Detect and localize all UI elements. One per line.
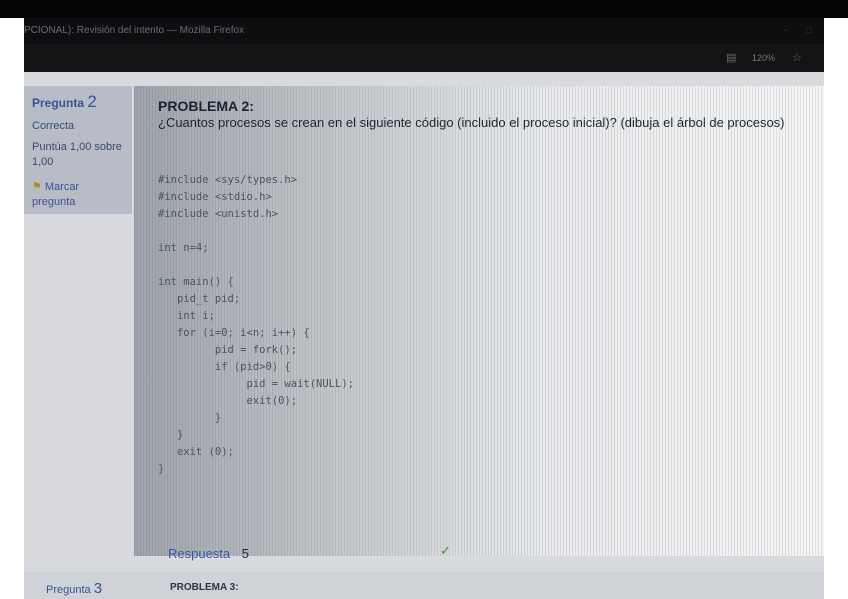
browser-window: PCIONAL): Revisión del intento — Mozilla… xyxy=(24,18,824,599)
answer-row: Respuesta 5 xyxy=(168,546,249,561)
reader-icon[interactable]: ▤ xyxy=(726,51,736,64)
page-content: Pregunta 2 Correcta Puntúa 1,00 sobre 1,… xyxy=(24,72,824,599)
question-number: Pregunta 2 xyxy=(32,92,97,111)
answer-label: Respuesta xyxy=(168,546,231,561)
problem-text: ¿Cuantos procesos se crean en el siguien… xyxy=(158,115,785,130)
next-question-number: Pregunta 3 xyxy=(46,580,103,597)
code-block: #include <sys/types.h> #include <stdio.h… xyxy=(158,174,354,475)
flag-icon: ⚑ xyxy=(32,181,42,193)
maximize-button[interactable]: □ xyxy=(806,25,820,36)
question-state: Correcta xyxy=(32,120,75,132)
question-panel: PROBLEMA 2: ¿Cuantos procesos se crean e… xyxy=(134,86,824,561)
next-question-strip: Pregunta 3 PROBLEMA 3: xyxy=(24,572,824,599)
check-icon: ✓ xyxy=(440,543,451,558)
screen-top-bezel xyxy=(0,0,848,18)
window-controls[interactable]: - □ xyxy=(784,18,820,44)
minimize-button[interactable]: - xyxy=(784,25,795,36)
window-titlebar: PCIONAL): Revisión del intento — Mozilla… xyxy=(24,18,824,44)
browser-toolbar: ▤ 120% ☆ xyxy=(24,44,824,72)
zoom-level[interactable]: 120% xyxy=(752,53,775,63)
next-problem-title: PROBLEMA 3: xyxy=(170,582,239,593)
answer-field[interactable]: 5 xyxy=(242,546,249,561)
bookmark-star-icon[interactable]: ☆ xyxy=(792,51,802,64)
window-title: PCIONAL): Revisión del intento — Mozilla… xyxy=(24,25,245,36)
flag-question-link[interactable]: ⚑ Marcar pregunta xyxy=(32,180,124,210)
question-info-box: Pregunta 2 Correcta Puntúa 1,00 sobre 1,… xyxy=(24,86,132,214)
question-grade: Puntúa 1,00 sobre 1,00 xyxy=(32,141,122,168)
problem-title: PROBLEMA 2: xyxy=(158,98,254,114)
